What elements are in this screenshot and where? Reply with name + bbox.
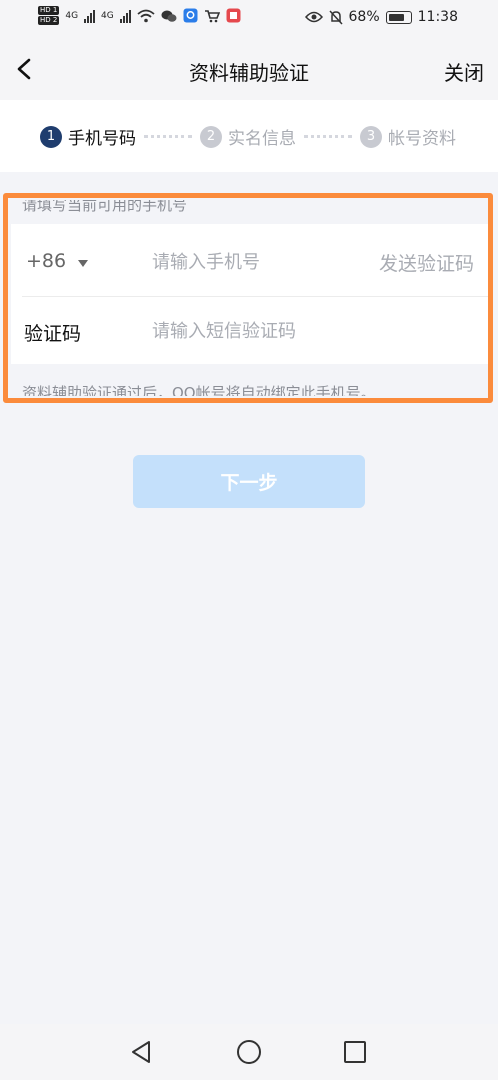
wechat-icon [161, 10, 177, 22]
caret-down-icon[interactable] [78, 260, 88, 267]
phone-hint: 请填写当前可用的手机号 [22, 196, 188, 214]
status-left: HD 1 HD 2 4G 4G [38, 6, 241, 25]
network-type-1: 4G [65, 10, 79, 21]
step-3-number: 3 [360, 125, 382, 148]
row-divider [22, 296, 488, 297]
step-connector-1 [144, 135, 192, 138]
country-code-selector[interactable]: +86 [26, 250, 66, 272]
code-input[interactable] [152, 318, 402, 344]
phone-input[interactable] [152, 249, 352, 275]
signal-icon-2 [119, 9, 131, 23]
send-code-button[interactable]: 发送验证码 [379, 249, 474, 276]
bind-hint: 资料辅助验证通过后，QQ帐号将自动绑定此手机号。 [22, 384, 376, 402]
close-button[interactable]: 关闭 [444, 57, 484, 86]
step-3-label: 帐号资料 [388, 129, 456, 149]
step-1: 1 手机号码 [40, 124, 136, 149]
cart-icon [204, 9, 220, 22]
step-connector-2 [304, 135, 352, 138]
recent-square-icon[interactable] [344, 1041, 366, 1063]
status-right: 68% 11:38 [304, 9, 458, 25]
sim2-badge: HD 2 [38, 16, 60, 25]
battery-percent: 68% [348, 9, 380, 25]
wifi-icon [137, 9, 155, 22]
signal-icon [84, 9, 96, 23]
step-2: 2 实名信息 [200, 124, 296, 149]
page-title: 资料辅助验证 [189, 61, 309, 85]
code-label: 验证码 [24, 323, 82, 345]
network-type-2: 4G [101, 10, 114, 21]
home-circle-icon[interactable] [237, 1040, 261, 1064]
sim-indicators: HD 1 HD 2 [38, 6, 60, 25]
step-1-label: 手机号码 [68, 129, 136, 149]
step-3: 3 帐号资料 [360, 124, 456, 149]
step-1-number: 1 [40, 125, 62, 148]
back-triangle-icon[interactable] [130, 1040, 152, 1064]
battery-icon [385, 10, 412, 24]
next-button[interactable]: 下一步 [133, 455, 365, 508]
clock: 11:38 [417, 9, 458, 25]
mute-bell-icon [328, 9, 343, 25]
step-2-number: 2 [200, 125, 222, 148]
app-icon-red [226, 8, 241, 23]
app-icon-blue [183, 8, 198, 23]
step-2-label: 实名信息 [228, 129, 296, 149]
sim1-badge: HD 1 [38, 6, 60, 15]
eye-icon [304, 11, 323, 23]
